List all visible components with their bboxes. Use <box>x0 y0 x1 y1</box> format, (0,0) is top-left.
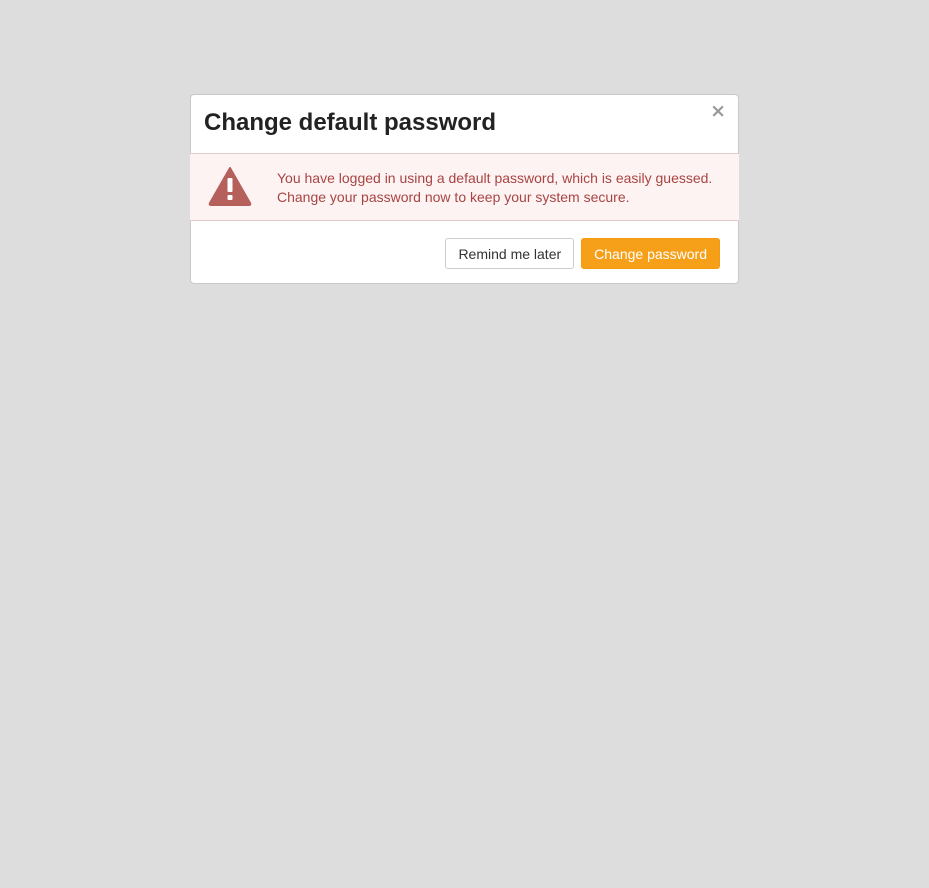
warning-alert: You have logged in using a default passw… <box>190 153 739 221</box>
change-password-button[interactable]: Change password <box>581 238 720 269</box>
change-password-dialog: Change default password × You have logge… <box>190 94 739 284</box>
alert-message-line-1: You have logged in using a default passw… <box>277 170 713 186</box>
close-icon[interactable]: × <box>710 101 726 121</box>
alert-message: You have logged in using a default passw… <box>277 169 712 207</box>
warning-icon <box>208 167 252 206</box>
remind-me-later-button[interactable]: Remind me later <box>445 238 575 269</box>
dialog-header: Change default password × <box>191 95 738 153</box>
dialog-title: Change default password <box>204 109 497 136</box>
alert-message-line-2: Change your password now to keep your sy… <box>277 189 630 205</box>
dialog-footer: Remind me later Change password <box>445 238 720 269</box>
